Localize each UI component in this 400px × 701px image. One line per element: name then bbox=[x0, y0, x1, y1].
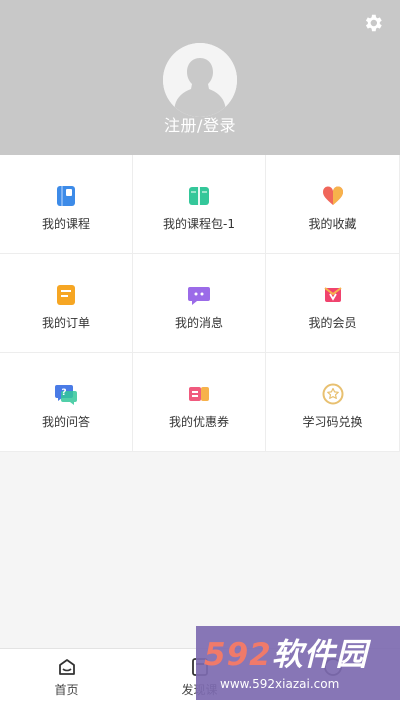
login-register-link[interactable]: 注册/登录 bbox=[0, 112, 400, 136]
home-icon bbox=[57, 657, 77, 677]
profile-header: 注册/登录 bbox=[0, 0, 400, 155]
menu-label: 我的课程 bbox=[41, 217, 90, 231]
star-badge-icon bbox=[322, 383, 344, 405]
order-icon bbox=[55, 284, 77, 306]
svg-text:?: ? bbox=[61, 388, 66, 398]
settings-gear-icon[interactable] bbox=[360, 10, 386, 36]
watermark-url: www.592xiazai.com bbox=[220, 677, 340, 691]
menu-my-membership[interactable]: 我的会员 bbox=[266, 254, 400, 353]
course-package-icon bbox=[188, 185, 210, 207]
qa-icon: ? bbox=[55, 383, 77, 405]
nav-home[interactable]: 首页 bbox=[0, 657, 133, 701]
coupon-icon bbox=[188, 383, 210, 405]
menu-my-favorites[interactable]: 我的收藏 bbox=[266, 155, 400, 254]
message-icon bbox=[188, 284, 210, 306]
menu-label: 我的收藏 bbox=[308, 217, 357, 231]
vip-member-icon bbox=[322, 284, 344, 306]
heart-favorite-icon bbox=[322, 185, 344, 207]
menu-my-courses[interactable]: 我的课程 bbox=[0, 155, 133, 254]
avatar[interactable] bbox=[163, 43, 237, 117]
menu-my-course-package[interactable]: 我的课程包-1 bbox=[133, 155, 266, 254]
course-book-icon bbox=[55, 185, 77, 207]
menu-my-coupons[interactable]: 我的优惠券 bbox=[133, 353, 266, 452]
watermark: 592软件园 www.592xiazai.com bbox=[196, 626, 400, 700]
menu-my-messages[interactable]: 我的消息 bbox=[133, 254, 266, 353]
menu-label: 我的问答 bbox=[41, 415, 90, 429]
menu-label: 我的课程包-1 bbox=[163, 217, 235, 231]
menu-study-code-redeem[interactable]: 学习码兑换 bbox=[266, 353, 400, 452]
watermark-brand-text: 软件园 bbox=[271, 637, 368, 673]
menu-grid: 我的课程 我的课程包-1 我的收藏 我的订单 我的消息 我的会员 ? 我的问答 … bbox=[0, 155, 400, 452]
menu-label: 我的优惠券 bbox=[168, 415, 229, 429]
menu-label: 我的会员 bbox=[308, 316, 357, 330]
nav-label: 首页 bbox=[54, 683, 79, 697]
menu-label: 学习码兑换 bbox=[302, 415, 363, 429]
menu-my-orders[interactable]: 我的订单 bbox=[0, 254, 133, 353]
menu-label: 我的消息 bbox=[174, 316, 223, 330]
watermark-brand: 592软件园 bbox=[204, 629, 368, 674]
menu-my-qa[interactable]: ? 我的问答 bbox=[0, 353, 133, 452]
watermark-brand-number: 592 bbox=[204, 637, 272, 673]
menu-label: 我的订单 bbox=[41, 316, 90, 330]
